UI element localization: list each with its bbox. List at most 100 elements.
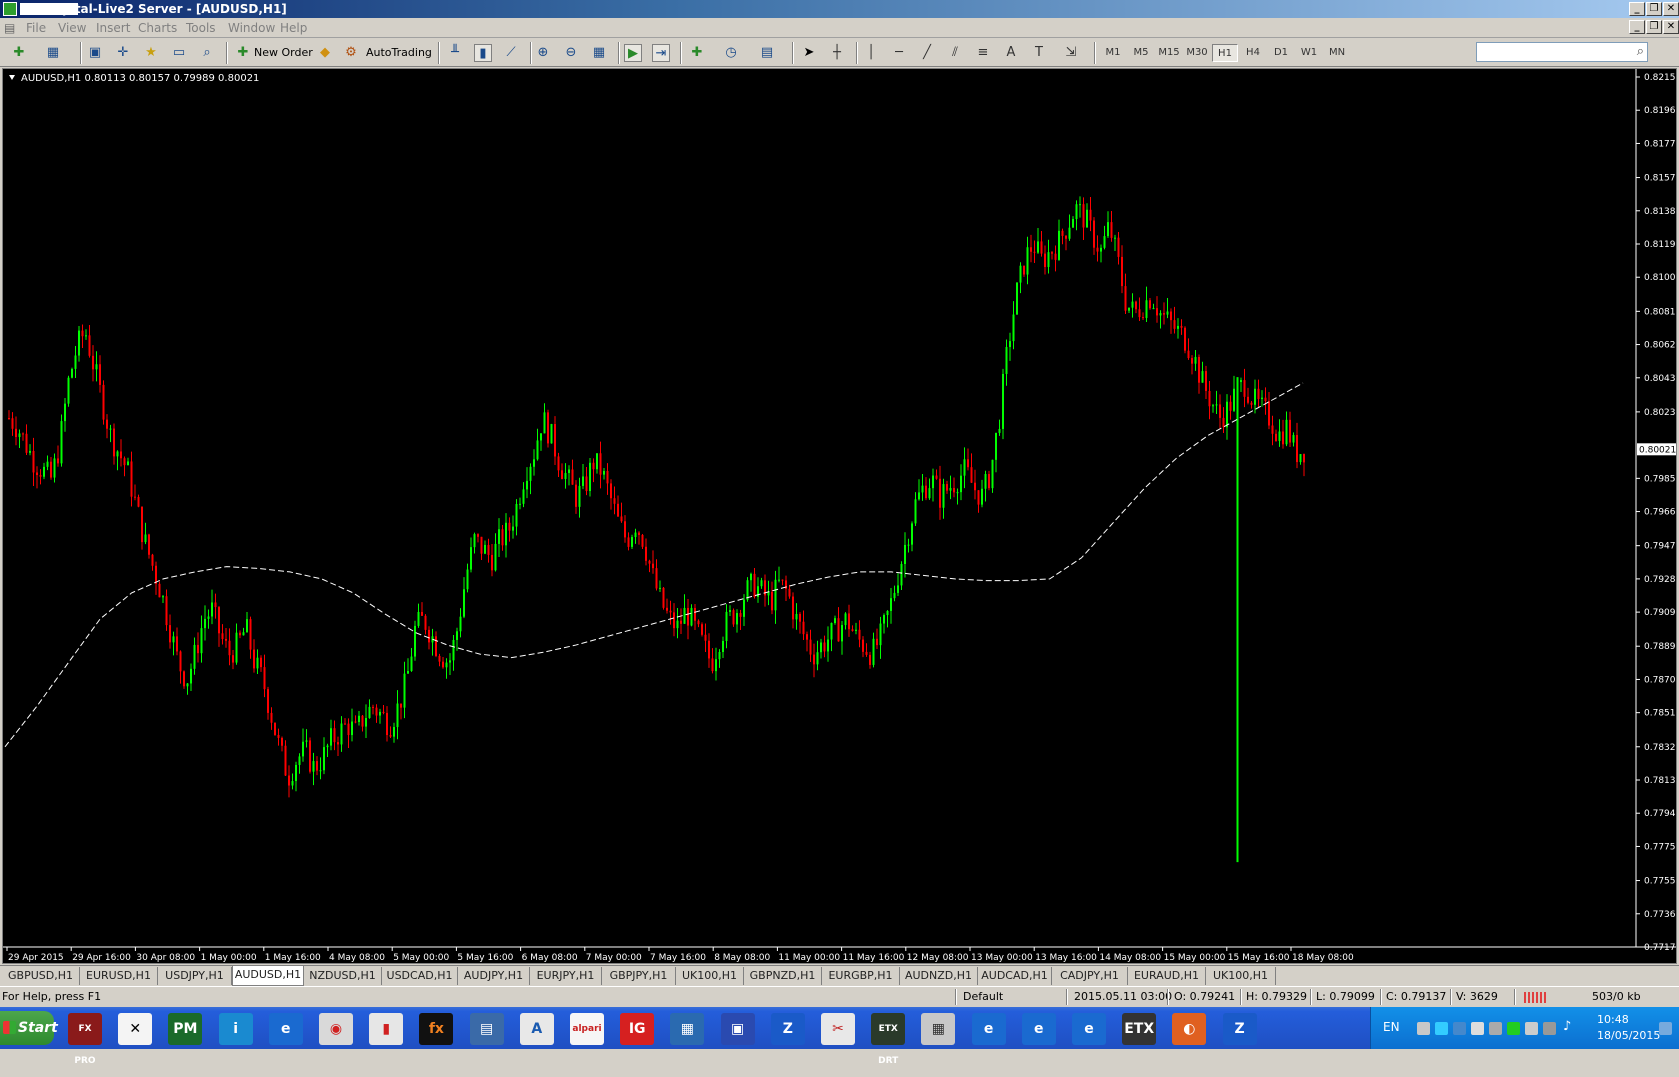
menu-view[interactable]: View: [58, 21, 86, 35]
taskbar-app-3[interactable]: PM: [168, 1013, 203, 1045]
taskbar-app-5[interactable]: e: [268, 1013, 303, 1045]
symbol-tab-audnzdh1[interactable]: AUDNZD,H1: [900, 967, 978, 985]
menu-help[interactable]: Help: [280, 21, 307, 35]
symbol-tab-eurjpyh1[interactable]: EURJPY,H1: [530, 967, 602, 985]
timeframe-d1[interactable]: D1: [1268, 44, 1294, 62]
tray-icon-6[interactable]: [1507, 1022, 1520, 1035]
strategy-tester-icon[interactable]: ⌕: [198, 44, 216, 62]
periods-icon[interactable]: ◷: [722, 44, 740, 62]
chart-shift-icon[interactable]: ⇥: [652, 44, 670, 62]
data-window-icon[interactable]: ✛: [114, 44, 132, 62]
symbol-tab-audcadh1[interactable]: AUDCAD,H1: [978, 967, 1052, 985]
minimize-button[interactable]: _: [1629, 2, 1645, 16]
taskbar-app-7[interactable]: ▮: [369, 1013, 404, 1045]
symbol-tab-audjpyh1[interactable]: AUDJPY,H1: [458, 967, 530, 985]
symbol-tab-cadjpyh1[interactable]: CADJPY,H1: [1052, 967, 1128, 985]
menu-tools[interactable]: Tools: [186, 21, 216, 35]
taskbar-app-9[interactable]: ▤: [469, 1013, 504, 1045]
menu-charts[interactable]: Charts: [138, 21, 177, 35]
taskbar-app-21[interactable]: e: [1072, 1013, 1106, 1045]
taskbar-app-1[interactable]: FX PRO: [68, 1013, 102, 1066]
fibonacci-icon[interactable]: ≡: [974, 44, 992, 62]
taskbar-app-16[interactable]: ✂: [821, 1013, 855, 1045]
symbol-tab-uk100h1[interactable]: UK100,H1: [1206, 967, 1276, 985]
tray-icon-5[interactable]: [1489, 1022, 1502, 1035]
symbol-tab-eurusdh1[interactable]: EURUSD,H1: [80, 967, 158, 985]
crosshair-icon[interactable]: ┼: [828, 44, 846, 62]
taskbar-app-12[interactable]: IG: [620, 1013, 655, 1045]
timeframe-m1[interactable]: M1: [1100, 44, 1126, 62]
tray-icon-2[interactable]: [1435, 1022, 1448, 1035]
tray-icon-7[interactable]: [1525, 1022, 1538, 1035]
volume-icon[interactable]: ♪: [1563, 1019, 1571, 1034]
menu-file[interactable]: File: [26, 21, 46, 35]
autotrading-icon[interactable]: ⚙: [342, 44, 360, 62]
symbol-tab-nzdusdh1[interactable]: NZDUSD,H1: [304, 967, 382, 985]
menu-insert[interactable]: Insert: [96, 21, 130, 35]
taskbar-app-22[interactable]: ETX: [1122, 1013, 1157, 1045]
symbol-tab-gbpjpyh1[interactable]: GBPJPY,H1: [602, 967, 676, 985]
symbol-tab-gbpusdh1[interactable]: GBPUSD,H1: [2, 967, 80, 985]
autotrading-button[interactable]: AutoTrading: [366, 43, 432, 63]
symbol-tab-uk100h1[interactable]: UK100,H1: [676, 967, 744, 985]
bar-chart-icon[interactable]: ╨: [446, 44, 464, 62]
horizontal-line-icon[interactable]: ─: [890, 44, 908, 62]
timeframe-w1[interactable]: W1: [1296, 44, 1322, 62]
taskbar-app-23[interactable]: ◐: [1172, 1013, 1207, 1045]
symbol-tab-usdjpyh1[interactable]: USDJPY,H1: [158, 967, 232, 985]
channel-icon[interactable]: ⫽: [946, 44, 964, 62]
line-chart-icon[interactable]: ⟋: [502, 44, 520, 62]
menu-window[interactable]: Window: [228, 21, 275, 35]
language-indicator[interactable]: EN: [1383, 1020, 1400, 1034]
show-desktop-icon[interactable]: [1659, 1022, 1672, 1035]
tray-icon-3[interactable]: [1453, 1022, 1466, 1035]
timeframe-m30[interactable]: M30: [1184, 44, 1210, 62]
trendline-icon[interactable]: ╱: [918, 44, 936, 62]
search-input[interactable]: ⌕: [1476, 42, 1648, 62]
taskbar-app-13[interactable]: ▦: [670, 1013, 705, 1045]
taskbar-app-18[interactable]: ▦: [921, 1013, 956, 1045]
timeframe-h4[interactable]: H4: [1240, 44, 1266, 62]
profiles-icon[interactable]: ▦: [44, 44, 62, 62]
taskbar-app-4[interactable]: i: [218, 1013, 253, 1045]
cursor-icon[interactable]: ➤: [800, 44, 818, 62]
tile-windows-icon[interactable]: ▦: [590, 44, 608, 62]
mdi-minimize-button[interactable]: _: [1629, 20, 1645, 34]
text-label-icon[interactable]: T: [1030, 44, 1048, 62]
chart-window[interactable]: AUDUSD,H1 0.80113 0.80157 0.79989 0.8002…: [2, 68, 1677, 964]
taskbar-app-8[interactable]: fx: [419, 1013, 454, 1045]
mdi-restore-button[interactable]: ❐: [1646, 20, 1662, 34]
timeframe-m5[interactable]: M5: [1128, 44, 1154, 62]
timeframe-mn[interactable]: MN: [1324, 44, 1350, 62]
maximize-button[interactable]: ❐: [1646, 2, 1662, 16]
text-icon[interactable]: A: [1002, 44, 1020, 62]
zoom-in-icon[interactable]: ⊕: [534, 44, 552, 62]
taskbar-app-19[interactable]: e: [971, 1013, 1006, 1045]
tray-icon-1[interactable]: [1417, 1022, 1430, 1035]
vertical-line-icon[interactable]: │: [862, 44, 880, 62]
taskbar-app-15[interactable]: Z: [770, 1013, 805, 1045]
zoom-out-icon[interactable]: ⊖: [562, 44, 580, 62]
autoscroll-icon[interactable]: ▶: [624, 44, 642, 62]
arrows-icon[interactable]: ⇲: [1062, 44, 1080, 62]
taskbar-app-20[interactable]: e: [1021, 1013, 1056, 1045]
timeframe-m15[interactable]: M15: [1156, 44, 1182, 62]
symbol-tab-usdcadh1[interactable]: USDCAD,H1: [382, 967, 458, 985]
taskbar-app-14[interactable]: ▣: [720, 1013, 755, 1045]
navigator-icon[interactable]: ★: [142, 44, 160, 62]
terminal-icon[interactable]: ▭: [170, 44, 188, 62]
templates-icon[interactable]: ▤: [758, 44, 776, 62]
taskbar-app-2[interactable]: ✕: [118, 1013, 153, 1045]
new-order-button[interactable]: New Order: [254, 43, 313, 63]
price-chart[interactable]: AUDUSD,H1 0.80113 0.80157 0.79989 0.8002…: [3, 69, 1676, 963]
candlestick-icon[interactable]: ▮: [474, 44, 492, 62]
tray-icon-4[interactable]: [1471, 1022, 1484, 1035]
symbol-tab-gbpnzdh1[interactable]: GBPNZD,H1: [744, 967, 822, 985]
symbol-tab-euraudh1[interactable]: EURAUD,H1: [1128, 967, 1206, 985]
search-icon[interactable]: ⌕: [1637, 44, 1644, 59]
taskbar-app-11[interactable]: alpari: [570, 1013, 604, 1045]
taskbar-app-17[interactable]: ETX DRT: [871, 1013, 906, 1066]
symbol-tab-audusdh1[interactable]: AUDUSD,H1: [232, 966, 304, 986]
timeframe-h1[interactable]: H1: [1212, 44, 1238, 62]
start-button[interactable]: Start: [0, 1011, 58, 1045]
